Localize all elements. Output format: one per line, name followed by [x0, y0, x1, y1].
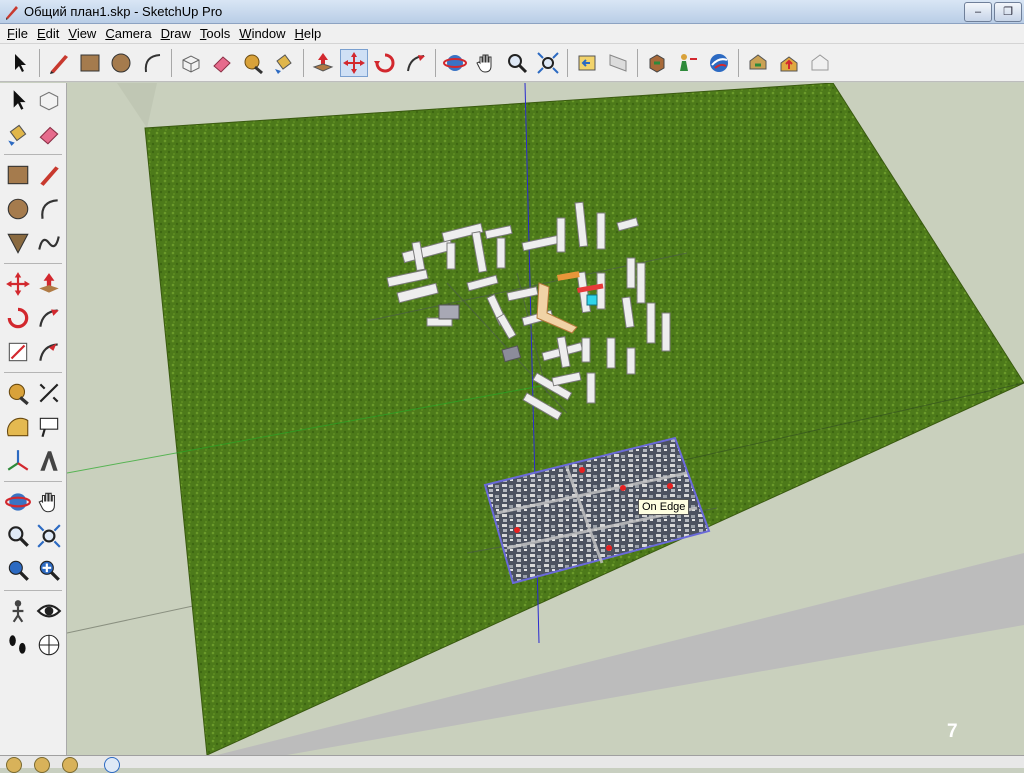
axes-icon[interactable]: [3, 446, 33, 476]
toolbar-separator: [4, 154, 62, 155]
slide-number: 7: [947, 721, 958, 742]
3d-text-icon[interactable]: [34, 446, 64, 476]
freehand-icon[interactable]: [34, 228, 64, 258]
select-icon[interactable]: [6, 49, 34, 77]
menu-bar: File Edit View Camera Draw Tools Window …: [0, 24, 1024, 44]
get-models-icon[interactable]: [643, 49, 671, 77]
toolbar-separator: [567, 48, 568, 77]
eraser-icon[interactable]: [34, 119, 64, 149]
position-camera-icon[interactable]: [3, 596, 33, 626]
follow-me-icon[interactable]: [34, 303, 64, 333]
upload-icon[interactable]: [775, 49, 803, 77]
menu-camera[interactable]: Camera: [105, 26, 151, 41]
rectangle-icon[interactable]: [76, 49, 104, 77]
make-component-icon[interactable]: [177, 49, 205, 77]
push-pull-icon[interactable]: [309, 49, 337, 77]
arc-icon[interactable]: [138, 49, 166, 77]
help-icon[interactable]: [104, 757, 120, 773]
toolbar-separator: [303, 48, 304, 77]
menu-file[interactable]: File: [7, 26, 28, 41]
eraser-icon[interactable]: [208, 49, 236, 77]
paint-bucket-icon[interactable]: [3, 119, 33, 149]
pan-icon[interactable]: [472, 49, 500, 77]
push-pull-icon[interactable]: [34, 269, 64, 299]
offset-icon[interactable]: [34, 337, 64, 367]
sketchup-logo-icon: [6, 6, 18, 20]
protractor-icon[interactable]: [3, 412, 33, 442]
status-bar: [0, 755, 1024, 773]
minimize-button[interactable]: –: [964, 2, 992, 22]
zoom-extents-icon[interactable]: [534, 49, 562, 77]
pencil-icon[interactable]: [45, 49, 73, 77]
pan-icon[interactable]: [34, 487, 64, 517]
main-toolbar: [0, 44, 1024, 82]
toolbar-separator: [171, 48, 172, 77]
selected-building[interactable]: [586, 294, 598, 306]
menu-draw[interactable]: Draw: [161, 26, 191, 41]
make-component-icon[interactable]: [34, 85, 64, 115]
paint-bucket-icon[interactable]: [270, 49, 298, 77]
scene-canvas[interactable]: [67, 83, 1024, 755]
rotate-icon[interactable]: [371, 49, 399, 77]
circle-icon[interactable]: [3, 194, 33, 224]
polygon-icon[interactable]: [3, 228, 33, 258]
components-icon[interactable]: [744, 49, 772, 77]
previous-view-icon[interactable]: [573, 49, 601, 77]
dimension-icon[interactable]: [34, 378, 64, 408]
google-earth-icon[interactable]: [705, 49, 733, 77]
user-icon[interactable]: [62, 757, 78, 773]
toolbar-separator: [435, 48, 436, 77]
warehouse-icon[interactable]: [806, 49, 834, 77]
previous-icon[interactable]: [3, 555, 33, 585]
zoom-icon[interactable]: [3, 521, 33, 551]
arc-icon[interactable]: [34, 194, 64, 224]
zoom-window-icon[interactable]: [34, 521, 64, 551]
toolbar-separator: [39, 48, 40, 77]
text-icon[interactable]: [34, 412, 64, 442]
left-toolbar: [0, 83, 67, 755]
follow-me-icon[interactable]: [402, 49, 430, 77]
zoom-icon[interactable]: [503, 49, 531, 77]
zoom-extents-icon[interactable]: [34, 555, 64, 585]
tape-measure-icon[interactable]: [3, 378, 33, 408]
menu-tools[interactable]: Tools: [200, 26, 230, 41]
title-bar: Общий план1.skp - SketchUp Pro – ❐: [0, 0, 1024, 24]
toolbar-separator: [738, 48, 739, 77]
model-viewport[interactable]: On Edge 7: [67, 83, 1024, 755]
move-icon[interactable]: [3, 269, 33, 299]
inference-tooltip: On Edge: [638, 499, 690, 515]
menu-edit[interactable]: Edit: [37, 26, 59, 41]
menu-window[interactable]: Window: [239, 26, 285, 41]
window-title: Общий план1.skp - SketchUp Pro: [24, 4, 223, 19]
look-around-icon[interactable]: [34, 596, 64, 626]
credits-icon[interactable]: [34, 757, 50, 773]
restore-button[interactable]: ❐: [994, 2, 1022, 22]
move-icon[interactable]: [340, 48, 368, 77]
toolbar-separator: [637, 48, 638, 77]
next-view-icon[interactable]: [604, 49, 632, 77]
scale-icon[interactable]: [3, 337, 33, 367]
rectangle-icon[interactable]: [3, 160, 33, 190]
tape-measure-icon[interactable]: [239, 49, 267, 77]
pencil-icon[interactable]: [34, 160, 64, 190]
menu-help[interactable]: Help: [295, 26, 322, 41]
orbit-icon[interactable]: [3, 487, 33, 517]
orbit-icon[interactable]: [441, 49, 469, 77]
select-icon[interactable]: [3, 85, 33, 115]
menu-view[interactable]: View: [68, 26, 96, 41]
gray-building[interactable]: [438, 304, 460, 320]
toolbar-separator: [4, 481, 62, 482]
toolbar-separator: [4, 590, 62, 591]
geo-location-icon[interactable]: [6, 757, 22, 773]
toolbar-separator: [4, 372, 62, 373]
section-plane-icon[interactable]: [34, 630, 64, 660]
circle-icon[interactable]: [107, 49, 135, 77]
toolbar-separator: [4, 263, 62, 264]
walk-icon[interactable]: [3, 630, 33, 660]
share-model-icon[interactable]: [674, 49, 702, 77]
rotate-icon[interactable]: [3, 303, 33, 333]
